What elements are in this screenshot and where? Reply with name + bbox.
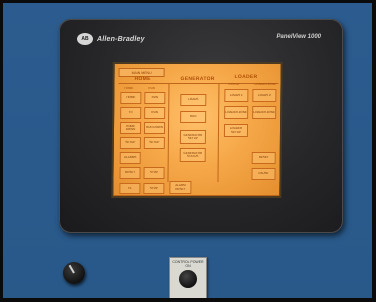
subheader-pickup: PICKUP	[228, 82, 240, 86]
generator-setup-button[interactable]: GENERATOR SETUP	[179, 130, 206, 144]
pause-button[interactable]: PAUSE	[251, 168, 276, 180]
reset-button-right[interactable]: RESET	[251, 152, 276, 164]
alarm-reset-button[interactable]: ALARM RESET	[169, 181, 192, 194]
enclosure-door: AB Allen-Bradley PanelView 1000 MAIN MEN…	[0, 0, 376, 302]
subheader-home: HOME	[124, 86, 134, 90]
alarms-button[interactable]: ALARMS	[119, 152, 141, 164]
section-header-home: HOME	[134, 76, 151, 82]
panelview-terminal: AB Allen-Bradley PanelView 1000 MAIN MEN…	[59, 19, 343, 233]
reset-button-left[interactable]: RESET	[119, 167, 141, 179]
section-header-generator: GENERATOR	[180, 76, 215, 82]
loader-zone-button-2[interactable]: LOADER ZONE	[252, 106, 277, 119]
pushbutton-plate: CONTROL POWER ON	[169, 257, 207, 298]
loader-zone-button-1[interactable]: LOADER ZONE	[224, 106, 249, 119]
f1-button[interactable]: F1	[119, 183, 141, 194]
column-divider-1	[167, 84, 170, 182]
stop-button-bottom[interactable]: STOP	[143, 183, 165, 194]
allen-bradley-logo: AB	[77, 33, 93, 45]
run-down-button[interactable]: RUN DOWN	[143, 122, 166, 134]
setup-button-1[interactable]: SETUP	[119, 137, 141, 149]
loader-setup-button[interactable]: LOADER SETUP	[223, 124, 249, 137]
plate-label: CONTROL POWER ON	[172, 260, 204, 268]
brand-label: Allen-Bradley	[97, 36, 145, 43]
tc-button[interactable]: TC	[120, 107, 142, 119]
model-label: PanelView 1000	[276, 34, 321, 40]
setup-button-2[interactable]: SETUP	[143, 137, 165, 149]
stop-button-left[interactable]: STOP	[143, 167, 165, 179]
column-divider-2	[217, 84, 220, 182]
generator-run-button[interactable]: RUN	[180, 111, 207, 123]
touch-screen: MAIN MENU HOME GENERATOR LOADER HOME RUN…	[111, 62, 283, 198]
screen-bottom-border	[113, 195, 280, 196]
control-power-pushbutton[interactable]	[179, 270, 197, 288]
home-button-1[interactable]: HOME	[120, 92, 142, 104]
home-down-button[interactable]: HOME DOWN	[119, 122, 142, 134]
loads-2-button[interactable]: LOADS 2	[252, 89, 277, 102]
run-button-2[interactable]: RUN	[144, 107, 166, 119]
loads-1-button[interactable]: LOADS 1	[224, 89, 249, 102]
subheader-loader-zone: LOADER ZONE	[254, 82, 277, 86]
run-button-1[interactable]: RUN	[144, 92, 166, 104]
section-header-loader: LOADER	[234, 74, 258, 80]
knob-pointer-icon	[68, 264, 75, 274]
subheader-run: RUN	[148, 86, 155, 90]
selector-knob[interactable]	[63, 262, 85, 284]
loads-button[interactable]: LOADS	[180, 94, 207, 106]
generator-status-button[interactable]: GENERATOR STATUS	[179, 148, 206, 162]
